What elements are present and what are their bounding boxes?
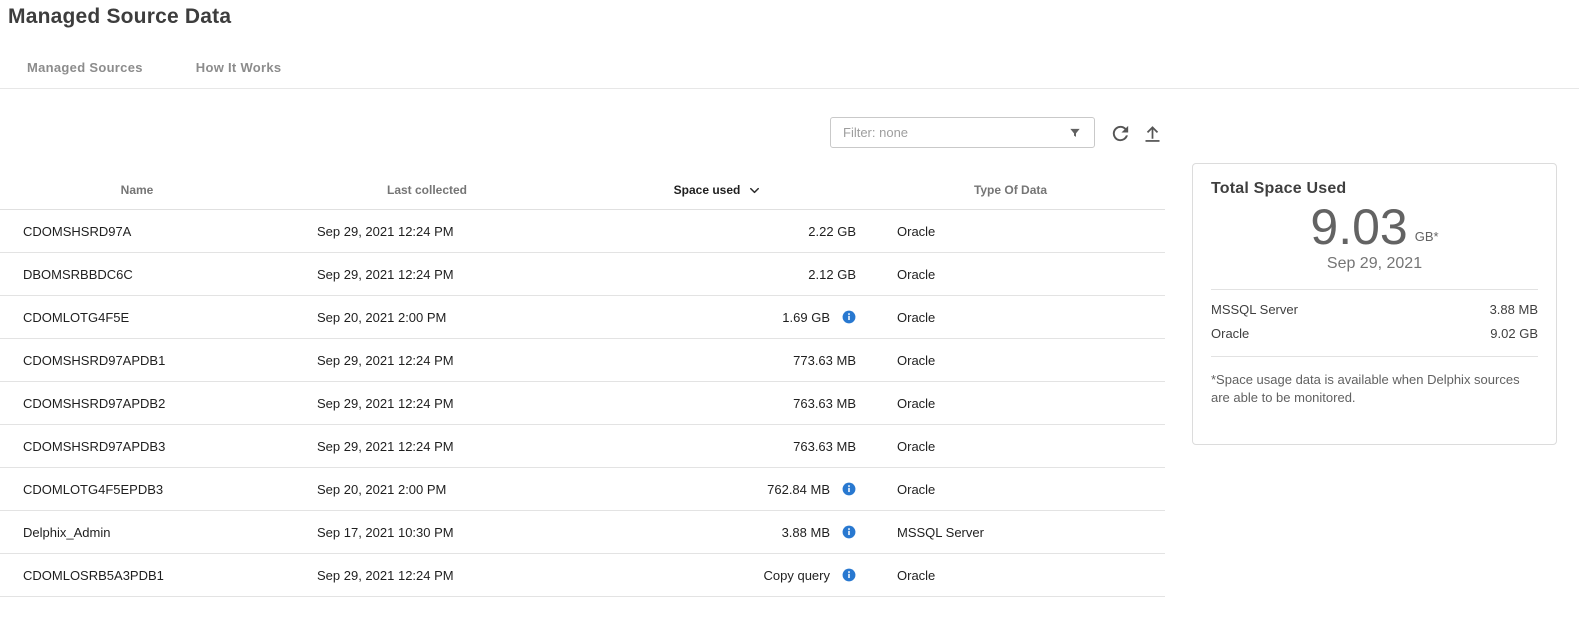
chevron-down-icon: [747, 183, 762, 198]
space-used-value: 2.22 GB: [808, 224, 856, 239]
breakdown-row: MSSQL Server 3.88 MB: [1211, 298, 1538, 322]
column-header-type-of-data[interactable]: Type Of Data: [856, 183, 1165, 197]
sources-table: Name Last collected Space used Type Of D…: [0, 170, 1165, 597]
panel-title: Total Space Used: [1211, 180, 1538, 198]
last-collected: Sep 29, 2021 12:24 PM: [274, 439, 580, 454]
table-row[interactable]: CDOMLOSRB5A3PDB1Sep 29, 2021 12:24 PM Cop…: [0, 554, 1165, 597]
space-breakdown-list: MSSQL Server 3.88 MB Oracle 9.02 GB: [1211, 289, 1538, 357]
tab-bar: Managed Sources How It Works: [27, 60, 281, 75]
filter-box: [830, 117, 1095, 148]
column-header-space-used[interactable]: Space used: [580, 181, 856, 198]
source-name: CDOMSHSRD97APDB3: [0, 439, 274, 454]
total-space-date: Sep 29, 2021: [1211, 255, 1538, 273]
space-used-value: 762.84 MB: [767, 482, 830, 497]
space-used-cell: 773.63 MB: [580, 353, 856, 368]
data-type: Oracle: [856, 353, 1165, 368]
upload-button[interactable]: [1138, 119, 1166, 147]
source-name: CDOMSHSRD97A: [0, 224, 274, 239]
space-used-cell: 2.22 GB: [580, 224, 856, 239]
source-name: CDOMSHSRD97APDB2: [0, 396, 274, 411]
space-used-cell: Copy query: [580, 568, 856, 583]
table-row[interactable]: CDOMLOTG4F5ESep 20, 2021 2:00 PM 1.69 GB O…: [0, 296, 1165, 339]
last-collected: Sep 17, 2021 10:30 PM: [274, 525, 580, 540]
breakdown-row: Oracle 9.02 GB: [1211, 322, 1538, 346]
breakdown-value: 3.88 MB: [1490, 302, 1538, 317]
last-collected: Sep 20, 2021 2:00 PM: [274, 482, 580, 497]
table-body: CDOMSHSRD97ASep 29, 2021 12:24 PM2.22 GB…: [0, 210, 1165, 597]
space-used-value: 1.69 GB: [782, 310, 830, 325]
total-space-used-panel: Total Space Used 9.03 GB* Sep 29, 2021 M…: [1192, 163, 1557, 445]
copy-query-action[interactable]: Copy query: [764, 568, 830, 583]
space-used-value: 2.12 GB: [808, 267, 856, 282]
info-icon[interactable]: [842, 482, 856, 496]
table-row[interactable]: CDOMSHSRD97APDB3Sep 29, 2021 12:24 PM 763…: [0, 425, 1165, 468]
space-used-value: 3.88 MB: [782, 525, 830, 540]
tab-how-it-works[interactable]: How It Works: [196, 60, 282, 75]
data-type: Oracle: [856, 482, 1165, 497]
space-used-cell: 2.12 GB: [580, 267, 856, 282]
space-used-value: 763.63 MB: [793, 439, 856, 454]
last-collected: Sep 29, 2021 12:24 PM: [274, 267, 580, 282]
last-collected: Sep 29, 2021 12:24 PM: [274, 353, 580, 368]
data-type: MSSQL Server: [856, 525, 1165, 540]
data-type: Oracle: [856, 568, 1165, 583]
data-type: Oracle: [856, 439, 1165, 454]
last-collected: Sep 20, 2021 2:00 PM: [274, 310, 580, 325]
info-icon[interactable]: [842, 525, 856, 539]
tab-divider: [0, 88, 1579, 89]
source-name: CDOMLOTG4F5EPDB3: [0, 482, 274, 497]
data-type: Oracle: [856, 224, 1165, 239]
table-row[interactable]: Delphix_AdminSep 17, 2021 10:30 PM 3.88 M…: [0, 511, 1165, 554]
upload-icon: [1142, 123, 1163, 144]
data-type: Oracle: [856, 267, 1165, 282]
breakdown-label: Oracle: [1211, 326, 1249, 341]
total-space-value-row: 9.03 GB*: [1211, 200, 1538, 255]
space-used-value: 773.63 MB: [793, 353, 856, 368]
data-type: Oracle: [856, 396, 1165, 411]
info-icon[interactable]: [842, 310, 856, 324]
table-row[interactable]: CDOMLOTG4F5EPDB3Sep 20, 2021 2:00 PM 762.…: [0, 468, 1165, 511]
table-row[interactable]: DBOMSRBBDC6CSep 29, 2021 12:24 PM 2.12 GB…: [0, 253, 1165, 296]
refresh-button[interactable]: [1106, 119, 1134, 147]
column-header-space-used-label: Space used: [674, 183, 741, 197]
space-used-cell: 3.88 MB: [580, 525, 856, 540]
column-header-name[interactable]: Name: [0, 183, 274, 197]
space-used-cell: 1.69 GB: [580, 310, 856, 325]
page-title: Managed Source Data: [8, 5, 231, 29]
tab-managed-sources[interactable]: Managed Sources: [27, 60, 143, 75]
breakdown-label: MSSQL Server: [1211, 302, 1298, 317]
data-type: Oracle: [856, 310, 1165, 325]
last-collected: Sep 29, 2021 12:24 PM: [274, 568, 580, 583]
funnel-icon[interactable]: [1066, 124, 1084, 142]
source-name: Delphix_Admin: [0, 525, 274, 540]
source-name: CDOMLOSRB5A3PDB1: [0, 568, 274, 583]
space-used-cell: 762.84 MB: [580, 482, 856, 497]
column-header-last-collected[interactable]: Last collected: [274, 183, 580, 197]
space-used-value: 763.63 MB: [793, 396, 856, 411]
space-used-cell: 763.63 MB: [580, 396, 856, 411]
breakdown-value: 9.02 GB: [1490, 326, 1538, 341]
filter-input[interactable]: [843, 125, 1066, 140]
table-row[interactable]: CDOMSHSRD97APDB2Sep 29, 2021 12:24 PM 763…: [0, 382, 1165, 425]
last-collected: Sep 29, 2021 12:24 PM: [274, 396, 580, 411]
panel-footnote: *Space usage data is available when Delp…: [1211, 371, 1538, 406]
source-name: DBOMSRBBDC6C: [0, 267, 274, 282]
table-row[interactable]: CDOMSHSRD97APDB1Sep 29, 2021 12:24 PM 773…: [0, 339, 1165, 382]
space-used-cell: 763.63 MB: [580, 439, 856, 454]
info-icon[interactable]: [842, 568, 856, 582]
total-space-value: 9.03: [1310, 200, 1407, 255]
source-name: CDOMSHSRD97APDB1: [0, 353, 274, 368]
table-row[interactable]: CDOMSHSRD97ASep 29, 2021 12:24 PM 2.22 GB…: [0, 210, 1165, 253]
last-collected: Sep 29, 2021 12:24 PM: [274, 224, 580, 239]
refresh-icon: [1109, 122, 1132, 145]
source-name: CDOMLOTG4F5E: [0, 310, 274, 325]
table-header-row: Name Last collected Space used Type Of D…: [0, 170, 1165, 210]
total-space-unit: GB*: [1415, 229, 1439, 255]
